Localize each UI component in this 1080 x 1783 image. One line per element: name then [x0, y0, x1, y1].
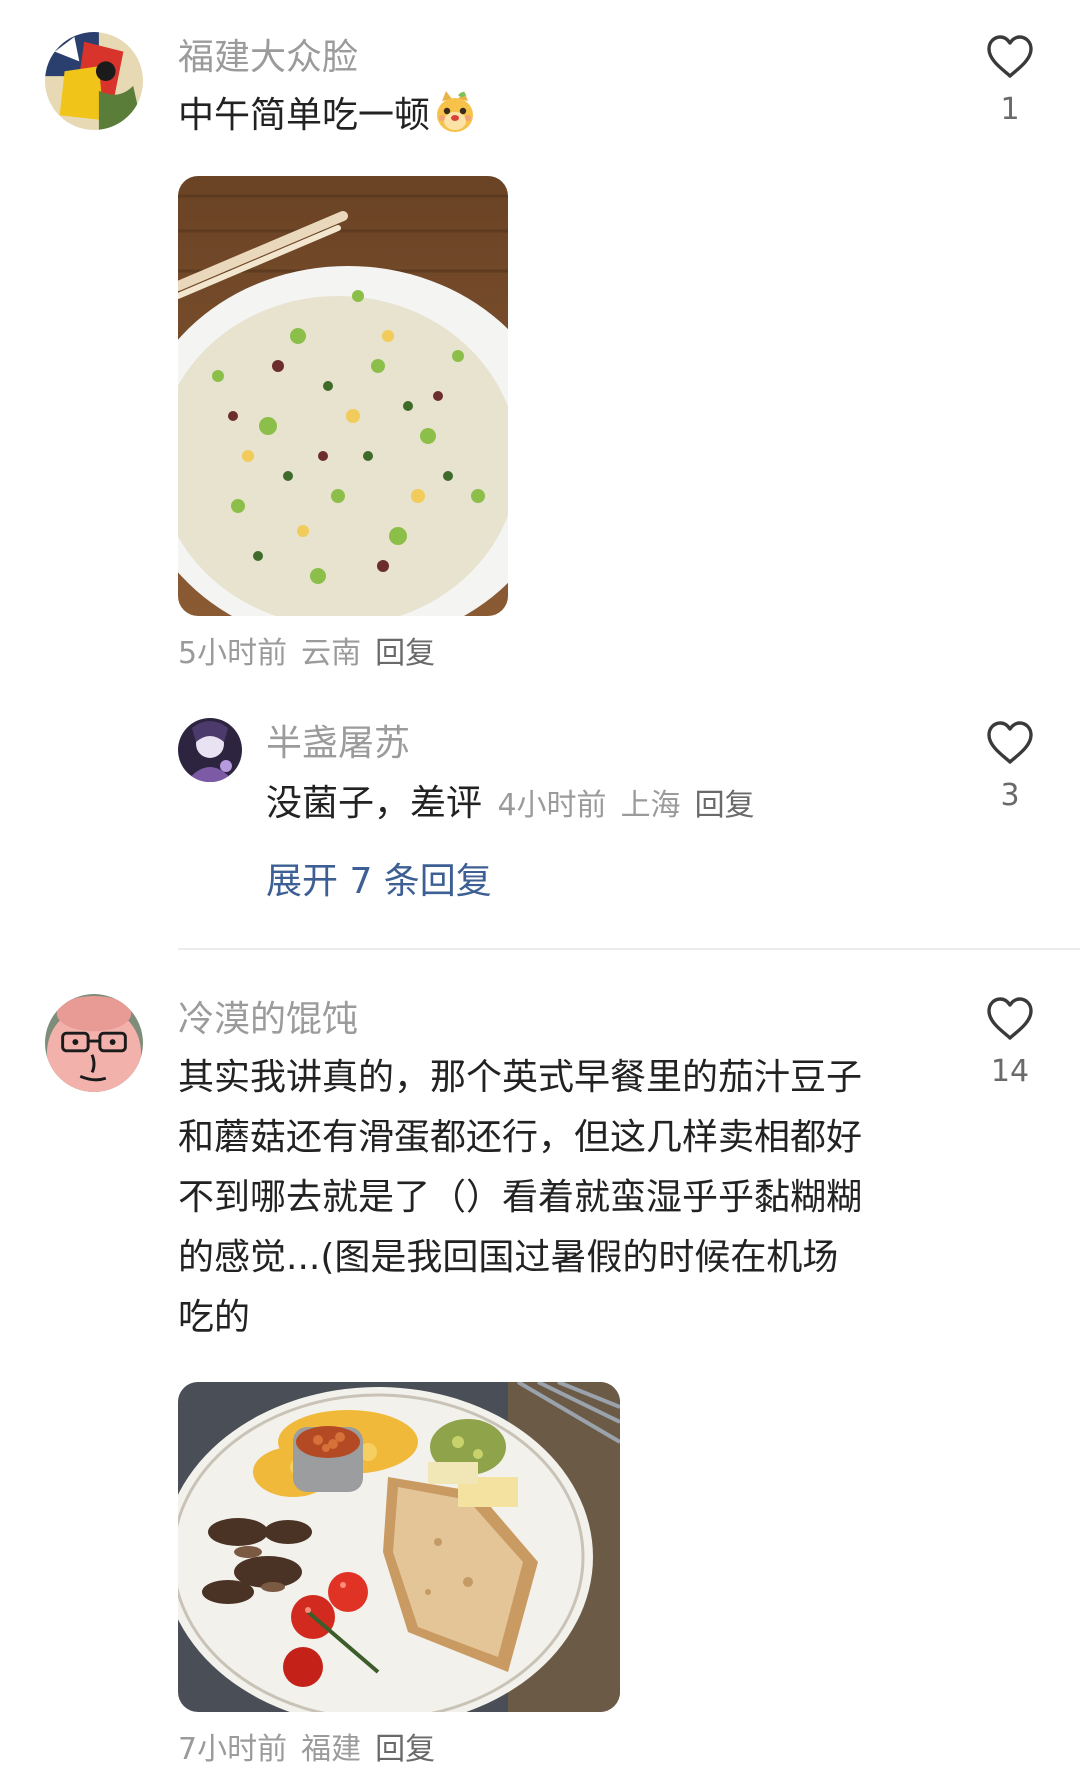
- reply-time: 4小时前: [497, 788, 607, 823]
- reply-button[interactable]: 回复: [695, 788, 755, 823]
- comment-meta: 7小时前 福建 回复: [178, 1730, 435, 1770]
- reply-button[interactable]: 回复: [375, 636, 435, 671]
- reply-content: 没菌子，差评 4小时前 上海 回复: [266, 774, 755, 834]
- comment-divider: [178, 948, 1080, 950]
- comment-time: 7小时前: [178, 1732, 288, 1767]
- comment-meta: 5小时前 云南 回复: [178, 634, 435, 674]
- like-button[interactable]: 14: [978, 996, 1042, 1092]
- reply-username[interactable]: 半盏屠苏: [266, 722, 410, 766]
- fried-rice-photo[interactable]: [178, 176, 508, 616]
- comment-location: 云南: [301, 636, 362, 671]
- like-count: 14: [990, 1054, 1030, 1089]
- comment-text-line: 和蘑菇还有滑蛋都还行，但这几样卖相都好: [178, 1117, 863, 1158]
- reply-text: 没菌子，差评: [266, 783, 483, 824]
- reply-button[interactable]: 回复: [375, 1732, 435, 1767]
- expand-replies-link[interactable]: 展开 7 条回复: [266, 860, 492, 904]
- comment-text-line: 吃的: [178, 1297, 251, 1338]
- heart-icon: [987, 35, 1033, 78]
- comment-username[interactable]: 福建大众脸: [178, 36, 358, 80]
- comment-location: 福建: [301, 1732, 362, 1767]
- reply-meta: 4小时前 上海 回复: [497, 788, 754, 823]
- comment-text-line: 不到哪去就是了（）看着就蛮湿乎乎黏糊糊: [178, 1177, 863, 1218]
- avatar[interactable]: [45, 994, 143, 1092]
- like-count: 3: [1000, 778, 1020, 813]
- comment-text-line: 其实我讲真的，那个英式早餐里的茄汁豆子: [178, 1057, 863, 1098]
- reply-location: 上海: [620, 788, 681, 823]
- english-breakfast-photo[interactable]: [178, 1382, 620, 1712]
- like-count: 1: [1000, 92, 1020, 127]
- heart-icon: [987, 721, 1033, 764]
- comment-text: 中午简单吃一顿: [178, 86, 478, 146]
- comment-time: 5小时前: [178, 636, 288, 671]
- puppy-emoji-icon: [432, 89, 478, 135]
- avatar[interactable]: [45, 32, 143, 130]
- heart-icon: [987, 997, 1033, 1040]
- comment-text-body: 中午简单吃一顿: [178, 95, 431, 136]
- comment-text: 其实我讲真的，那个英式早餐里的茄汁豆子 和蘑菇还有滑蛋都还行，但这几样卖相都好 …: [178, 1048, 948, 1348]
- like-button[interactable]: 1: [978, 34, 1042, 130]
- like-button[interactable]: 3: [978, 720, 1042, 816]
- comment-username[interactable]: 冷漠的馄饨: [178, 998, 358, 1042]
- avatar[interactable]: [178, 718, 242, 782]
- comment-text-line: 的感觉...(图是我回国过暑假的时候在机场: [178, 1237, 839, 1278]
